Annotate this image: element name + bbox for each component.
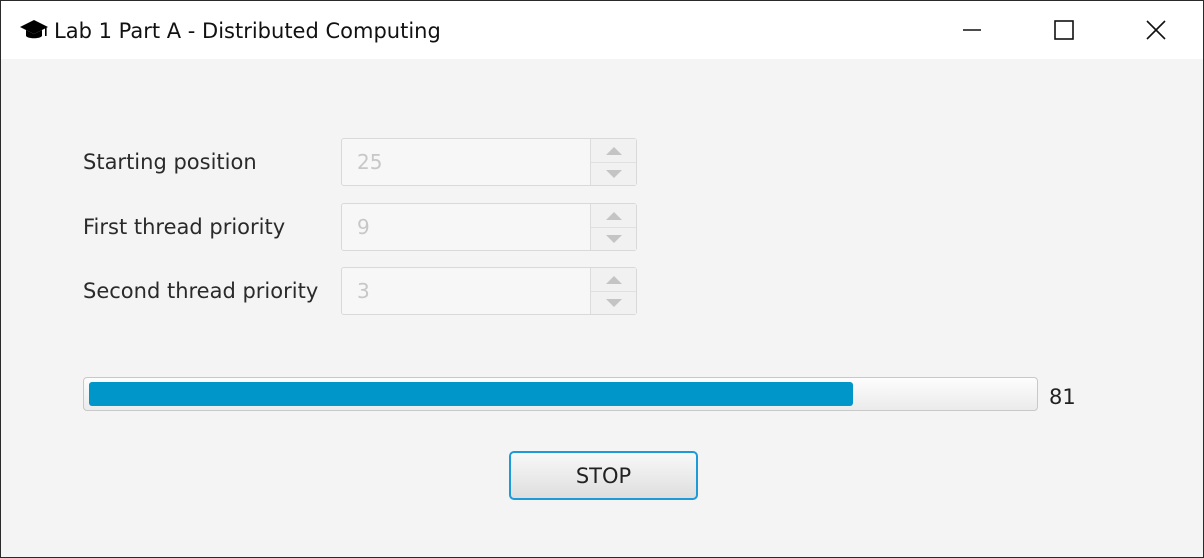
close-button[interactable]	[1110, 1, 1202, 59]
title-bar[interactable]: Lab 1 Part A - Distributed Computing	[1, 1, 1203, 59]
app-window: Lab 1 Part A - Distributed Computing Sta…	[0, 0, 1204, 558]
spinner-arrows	[590, 204, 636, 250]
maximize-icon	[1054, 20, 1074, 40]
minimize-icon	[963, 29, 981, 31]
arrow-down-icon	[605, 298, 622, 307]
progress-fill	[89, 382, 853, 406]
decrement-button[interactable]	[591, 162, 636, 185]
second-thread-priority-value[interactable]: 3	[357, 278, 370, 304]
minimize-button[interactable]	[926, 1, 1018, 59]
arrow-up-icon	[605, 211, 622, 220]
progress-value-label: 81	[1049, 385, 1076, 409]
decrement-button[interactable]	[591, 291, 636, 314]
spinner-arrows	[590, 268, 636, 314]
starting-position-spinner[interactable]: 25	[341, 138, 637, 186]
stop-button[interactable]: STOP	[509, 451, 698, 500]
spinner-arrows	[590, 139, 636, 185]
close-icon	[1146, 20, 1166, 40]
window-title: Lab 1 Part A - Distributed Computing	[54, 19, 441, 43]
starting-position-label: Starting position	[83, 150, 257, 174]
maximize-button[interactable]	[1018, 1, 1110, 59]
increment-button[interactable]	[591, 139, 636, 163]
second-thread-priority-spinner[interactable]: 3	[341, 267, 637, 315]
arrow-up-icon	[605, 275, 622, 284]
starting-position-value[interactable]: 25	[357, 149, 382, 175]
first-thread-priority-label: First thread priority	[83, 215, 286, 239]
increment-button[interactable]	[591, 268, 636, 292]
graduation-cap-icon	[20, 20, 48, 39]
progress-bar	[83, 377, 1038, 411]
decrement-button[interactable]	[591, 227, 636, 250]
first-thread-priority-spinner[interactable]: 9	[341, 203, 637, 251]
increment-button[interactable]	[591, 204, 636, 228]
second-thread-priority-label: Second thread priority	[83, 279, 319, 303]
first-thread-priority-value[interactable]: 9	[357, 214, 370, 240]
arrow-down-icon	[605, 169, 622, 178]
arrow-up-icon	[605, 146, 622, 155]
arrow-down-icon	[605, 234, 622, 243]
